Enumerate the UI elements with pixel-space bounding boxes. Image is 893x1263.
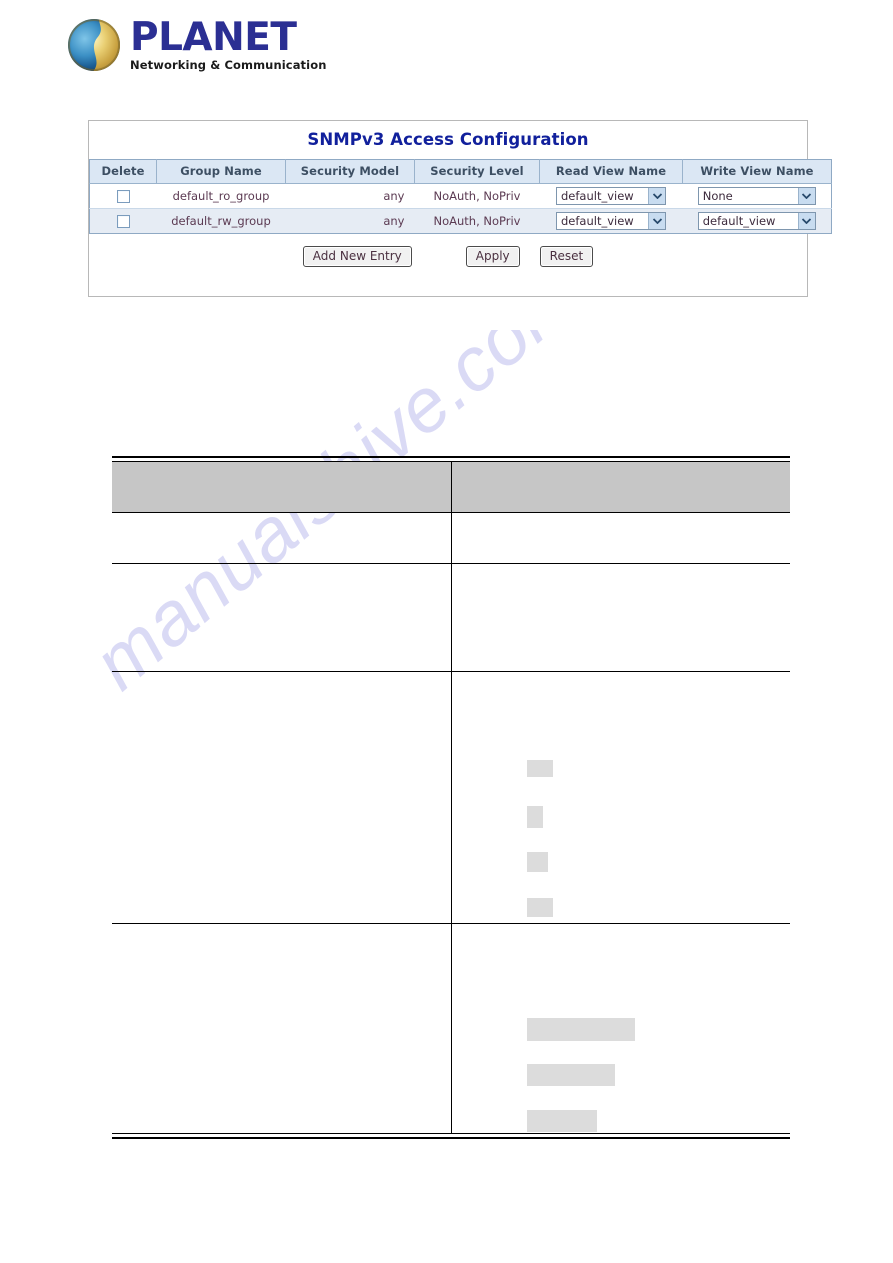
read-view-name-select[interactable]: default_view (556, 187, 666, 205)
panel-title: SNMPv3 Access Configuration (307, 130, 589, 149)
table-row: default_ro_group any NoAuth, NoPriv defa… (89, 183, 832, 209)
table-row (112, 671, 790, 924)
write-view-cell: None (682, 183, 832, 209)
chevron-down-icon (648, 213, 665, 229)
chevron-down-icon (797, 188, 815, 204)
security-model-cell: any (285, 183, 415, 209)
column-header-security-model: Security Model (285, 159, 415, 184)
table-row (112, 923, 790, 1134)
write-view-name-select[interactable]: None (697, 187, 816, 205)
column-header-security-level: Security Level (414, 159, 540, 184)
header-cell-description (451, 461, 790, 513)
redacted-block (526, 760, 553, 777)
header-cell-object (112, 461, 452, 513)
redacted-content-group (453, 925, 790, 1132)
table-bottom-rule (112, 1133, 790, 1139)
security-model-cell: any (285, 208, 415, 234)
redacted-block (526, 1064, 615, 1086)
redacted-block (526, 806, 543, 828)
redacted-block (526, 1018, 635, 1041)
table-row (112, 512, 790, 564)
add-new-entry-button[interactable]: Add New Entry (302, 246, 412, 267)
redacted-content-group (453, 673, 790, 917)
table-row (112, 563, 790, 672)
delete-cell (89, 183, 157, 209)
brand-name: PLANET (130, 15, 297, 60)
chevron-down-icon (648, 188, 665, 204)
read-view-name-select[interactable]: default_view (556, 212, 666, 230)
redacted-block (526, 852, 548, 872)
snmpv3-access-configuration-panel: SNMPv3 Access Configuration Delete Group… (88, 120, 832, 297)
column-header-group-name: Group Name (156, 159, 286, 184)
row-description-cell (451, 671, 790, 924)
read-view-cell: default_view (539, 183, 683, 209)
delete-cell (89, 208, 157, 234)
brand-tagline: Networking & Communication (130, 58, 327, 72)
brand-text: PLANET Networking & Communication (130, 18, 327, 72)
row-label-cell (112, 671, 452, 924)
row-description-cell (451, 923, 790, 1134)
delete-checkbox[interactable] (116, 215, 130, 228)
redacted-block (526, 898, 553, 917)
snmpv3-access-table: Delete Group Name Security Model Securit… (89, 159, 832, 234)
row-label-cell (112, 563, 452, 672)
globe-icon (68, 18, 120, 71)
write-view-cell: default_view (682, 208, 832, 234)
chevron-down-icon (797, 213, 815, 229)
reset-button[interactable]: Reset (539, 246, 594, 267)
security-level-cell: NoAuth, NoPriv (414, 183, 540, 209)
write-view-name-select[interactable]: default_view (697, 212, 816, 230)
group-name-cell: default_rw_group (156, 208, 286, 234)
row-description-cell (451, 512, 790, 564)
delete-checkbox[interactable] (116, 190, 130, 203)
rule (112, 1133, 790, 1139)
column-header-write-view-name: Write View Name (682, 159, 832, 184)
redacted-block (526, 1110, 597, 1132)
apply-button[interactable]: Apply (465, 246, 520, 267)
panel-action-buttons: Add New Entry Apply Reset (89, 246, 807, 267)
field-description-table (112, 456, 790, 1139)
column-header-delete: Delete (89, 159, 157, 184)
read-view-cell: default_view (539, 208, 683, 234)
group-name-cell: default_ro_group (156, 183, 286, 209)
row-description-cell (451, 563, 790, 672)
brand-logo: PLANET Networking & Communication (68, 18, 327, 72)
row-label-cell (112, 512, 452, 564)
table-header-row (112, 461, 790, 513)
security-level-cell: NoAuth, NoPriv (414, 208, 540, 234)
table-header-row: Delete Group Name Security Model Securit… (89, 159, 832, 184)
column-header-read-view-name: Read View Name (539, 159, 683, 184)
table-row: default_rw_group any NoAuth, NoPriv defa… (89, 208, 832, 234)
row-label-cell (112, 923, 452, 1134)
page-header: PLANET Networking & Communication (0, 0, 893, 92)
